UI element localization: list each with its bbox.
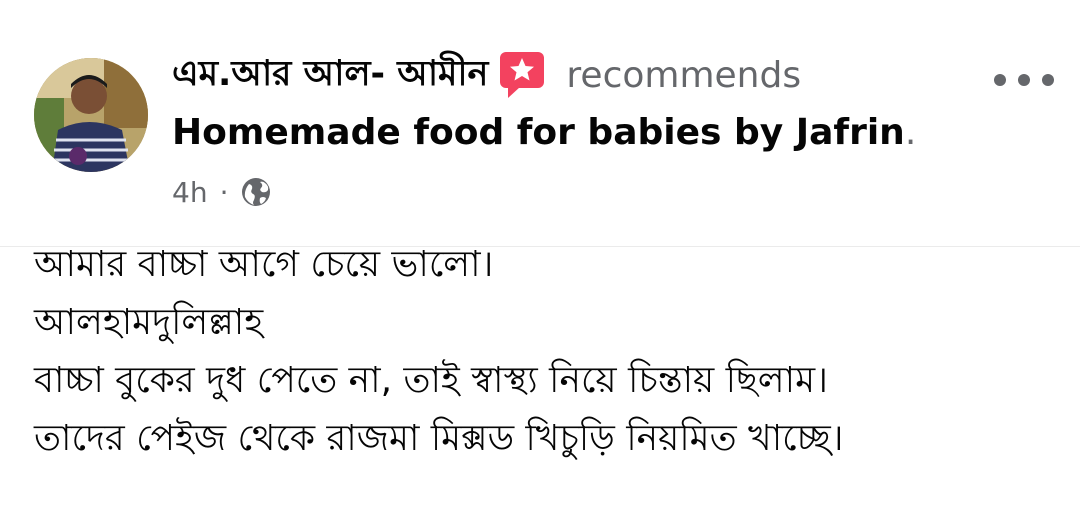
post-meta: 4h · [172, 172, 272, 212]
post-text-line: তাদের পেইজ থেকে রাজমা মিক্সড খিচুড়ি নিয… [34, 418, 844, 459]
page-name-suffix: . [904, 112, 917, 153]
globe-icon[interactable] [240, 176, 272, 208]
post-time[interactable]: 4h [172, 176, 208, 209]
more-options-icon[interactable] [994, 60, 1054, 100]
page-name-line: Homemade food for babies by Jafrin. [172, 112, 916, 153]
page-name-link[interactable]: Homemade food for babies by Jafrin [172, 112, 905, 153]
avatar[interactable] [34, 58, 148, 172]
post-body: আমার বাচ্চা আগে চেয়ে ভালো। আলহামদুলিল্ল… [34, 236, 1064, 468]
post-header: এম.আর আল- আমীন recommends Homemade food … [0, 0, 1080, 247]
author-name[interactable]: এম.আর আল- আমীন [172, 46, 488, 105]
avatar-image [34, 58, 148, 172]
post-text-line: আলহামদুলিল্লাহ [34, 302, 264, 343]
recommend-star-icon [498, 50, 546, 100]
post-text-line: বাচ্চা বুকের দুধ পেতে না, তাই স্বাস্থ্য … [34, 360, 828, 401]
post-header-line: এম.আর আল- আমীন recommends [172, 50, 801, 100]
action-text: recommends [566, 54, 802, 96]
meta-separator: · [219, 175, 229, 209]
